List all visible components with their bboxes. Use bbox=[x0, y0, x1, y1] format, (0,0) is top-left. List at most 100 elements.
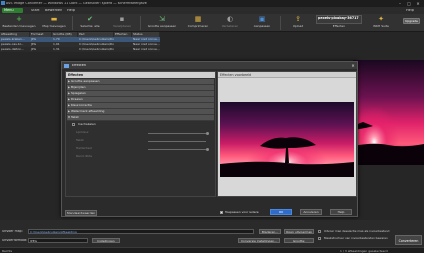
app-icon bbox=[1, 1, 5, 5]
dialog-icon bbox=[64, 63, 69, 68]
adjust-icon: ▣ bbox=[258, 15, 266, 23]
keep-structure-checkbox[interactable] bbox=[318, 237, 321, 240]
browse-button[interactable]: Bladeren... bbox=[259, 228, 281, 234]
menu-bar: Menu Start Bewerken Help Help bbox=[0, 7, 424, 14]
output-folder-input[interactable]: C:\Users\Gebruikers\Afbeelding bbox=[28, 228, 254, 234]
menu-item-start[interactable]: Start bbox=[31, 9, 40, 13]
enhance-button[interactable]: ◐ Verbeteren bbox=[216, 15, 244, 30]
dialog-preview-image bbox=[220, 102, 354, 177]
upload-icon: ⇪ bbox=[295, 15, 301, 23]
status-bar: Rechts 1 / 3 afbeeldingen geselecteerd bbox=[0, 247, 424, 253]
resize-option-button[interactable]: Grootte: bbox=[284, 237, 314, 243]
collapse-arrow-icon: ▼ bbox=[68, 116, 70, 119]
effects-list-panel: Effecten ▶ Grootte aanpassen ▶ Bijsnijde… bbox=[65, 71, 216, 197]
slider-track[interactable] bbox=[148, 149, 206, 150]
resize-icon: ⇲ bbox=[159, 15, 165, 23]
slider-knob[interactable] bbox=[206, 131, 209, 135]
default-values-button[interactable]: Standaardwaarden bbox=[65, 210, 97, 216]
upload-button[interactable]: ⇪ Upload bbox=[284, 15, 312, 30]
adjust-button[interactable]: ▣ Aanpassen bbox=[248, 15, 276, 30]
enable-text-checkbox[interactable] bbox=[72, 123, 75, 126]
compress-icon: ▦ bbox=[194, 15, 202, 23]
effect-group-resize[interactable]: ▶ Grootte aanpassen bbox=[67, 79, 214, 85]
effect-group-flip[interactable]: ▶ Spiegelen bbox=[67, 91, 214, 97]
suite-icon: ✦ bbox=[378, 15, 384, 23]
menu-start-button[interactable]: Menu bbox=[2, 8, 23, 13]
slider-track[interactable] bbox=[148, 133, 206, 134]
select-all-button[interactable]: ✔ Selectie: alle bbox=[76, 15, 104, 30]
conversion-options-button[interactable]: Conversie instellingen... bbox=[238, 237, 280, 243]
sunset-tree-image bbox=[353, 60, 424, 165]
minimize-button[interactable]: – bbox=[396, 1, 404, 6]
current-file-box[interactable]: pexels-pixabay-36717 bbox=[316, 15, 362, 24]
open-folder-button[interactable]: Open uitvoermap bbox=[284, 228, 314, 234]
window-title: AVS Image Converter — Windows 11 Dark — … bbox=[6, 2, 147, 5]
effect-group-watermark[interactable]: ▶ Watermerk afbeelding bbox=[67, 109, 214, 115]
compress-button[interactable]: ▦ Comprimeren bbox=[184, 15, 212, 30]
sub-option-label: Lijnkleur bbox=[76, 131, 89, 134]
apply-all-checkbox[interactable] bbox=[220, 211, 223, 214]
expand-arrow-icon: ▶ bbox=[68, 104, 70, 107]
title-bar: AVS Image Converter — Windows 11 Dark — … bbox=[0, 0, 424, 7]
toolbar-separator bbox=[72, 16, 73, 30]
delete-button[interactable]: ▪ Verwijderen bbox=[108, 15, 136, 30]
effects-label: Effecten bbox=[332, 24, 346, 28]
settings-button[interactable]: Instellingen bbox=[92, 237, 120, 243]
file-table: Afbeelding Formaat Grootte (KB) Pad Effe… bbox=[0, 32, 160, 56]
enable-text-label: Inschakelen bbox=[78, 123, 96, 126]
effects-preview-panel: Effecten voorbeeld bbox=[217, 71, 357, 197]
plus-icon: + bbox=[16, 15, 22, 23]
expand-arrow-icon: ▶ bbox=[68, 98, 70, 101]
output-format-label: Uitvoerformaat: bbox=[2, 239, 28, 242]
effect-group-rotate[interactable]: ▶ Draaien bbox=[67, 97, 214, 103]
resize-button[interactable]: ⇲ Grootte aanpassen bbox=[144, 15, 180, 30]
sub-option-label: Helderheid bbox=[76, 147, 93, 150]
menu-item-help[interactable]: Help bbox=[67, 9, 75, 13]
effect-group-text[interactable]: ▼ Tekst bbox=[67, 115, 214, 121]
effects-dialog: Effecten ✕ Effecten ▶ Grootte aanpassen … bbox=[61, 61, 358, 217]
toolbar-separator bbox=[140, 16, 141, 30]
convert-button[interactable]: Converteren bbox=[395, 235, 422, 245]
output-folder-checkbox[interactable] bbox=[318, 230, 321, 233]
dialog-title: Effecten bbox=[72, 64, 86, 67]
cancel-button[interactable]: Annuleren bbox=[300, 209, 322, 215]
output-folder-option-label: Uitvoer map deselectie map als invoerbes… bbox=[324, 229, 390, 233]
effects-preview-header: Effecten voorbeeld bbox=[218, 72, 356, 78]
keep-structure-label: Maakstructuur van invoerbestanden beware… bbox=[324, 236, 388, 240]
enhance-icon: ◐ bbox=[226, 15, 234, 23]
folder-icon: ▬ bbox=[50, 15, 58, 23]
add-folder-button[interactable]: ▬ Map toevoegen bbox=[40, 15, 68, 30]
slider-knob[interactable] bbox=[206, 147, 209, 151]
toolbar: + Bestanden toevoegen ▬ Map toevoegen ✔ … bbox=[0, 14, 424, 32]
delete-icon: ▪ bbox=[119, 15, 125, 23]
expand-arrow-icon: ▶ bbox=[68, 92, 70, 95]
suite-button[interactable]: ✦ WKH Suite bbox=[365, 15, 397, 30]
expand-arrow-icon: ▶ bbox=[68, 86, 70, 89]
maximize-button[interactable]: □ bbox=[405, 1, 413, 6]
close-button[interactable]: ✕ bbox=[414, 1, 422, 6]
output-format-select[interactable]: JPEG bbox=[28, 237, 88, 243]
sunset-tree-image bbox=[220, 102, 354, 177]
status-left: Rechts bbox=[2, 249, 13, 253]
menu-help-right[interactable]: Help bbox=[406, 9, 414, 13]
slider-track[interactable] bbox=[148, 141, 206, 142]
add-files-button[interactable]: + Bestanden toevoegen bbox=[2, 15, 36, 30]
dialog-close-icon[interactable]: ✕ bbox=[349, 63, 357, 68]
main-image-preview bbox=[353, 60, 424, 165]
status-selection-count: 1 / 3 afbeeldingen geselecteerd bbox=[340, 249, 388, 253]
upgrade-button[interactable]: Upgrade bbox=[403, 18, 420, 24]
output-folder-label: Uitvoer map: bbox=[2, 230, 23, 233]
effect-group-crop[interactable]: ▶ Bijsnijden bbox=[67, 85, 214, 91]
expand-arrow-icon: ▶ bbox=[68, 110, 70, 113]
ok-button[interactable]: OK bbox=[270, 209, 292, 215]
help-button[interactable]: Help bbox=[330, 209, 352, 215]
expand-arrow-icon: ▶ bbox=[68, 80, 70, 83]
sub-option-label: Rand dikte bbox=[76, 155, 93, 158]
table-row[interactable]: pexels-dalton... JPG 1,31 C:\Users\Gebru… bbox=[0, 47, 160, 52]
effects-list-header: Effecten bbox=[66, 72, 215, 78]
check-icon: ✔ bbox=[87, 15, 93, 23]
apply-all-label: Toepassen voor iedere bbox=[225, 211, 259, 214]
dialog-title-bar: Effecten ✕ bbox=[62, 62, 357, 69]
menu-item-edit[interactable]: Bewerken bbox=[45, 9, 62, 13]
effect-group-color[interactable]: ▶ Kleurcorrectie bbox=[67, 103, 214, 109]
